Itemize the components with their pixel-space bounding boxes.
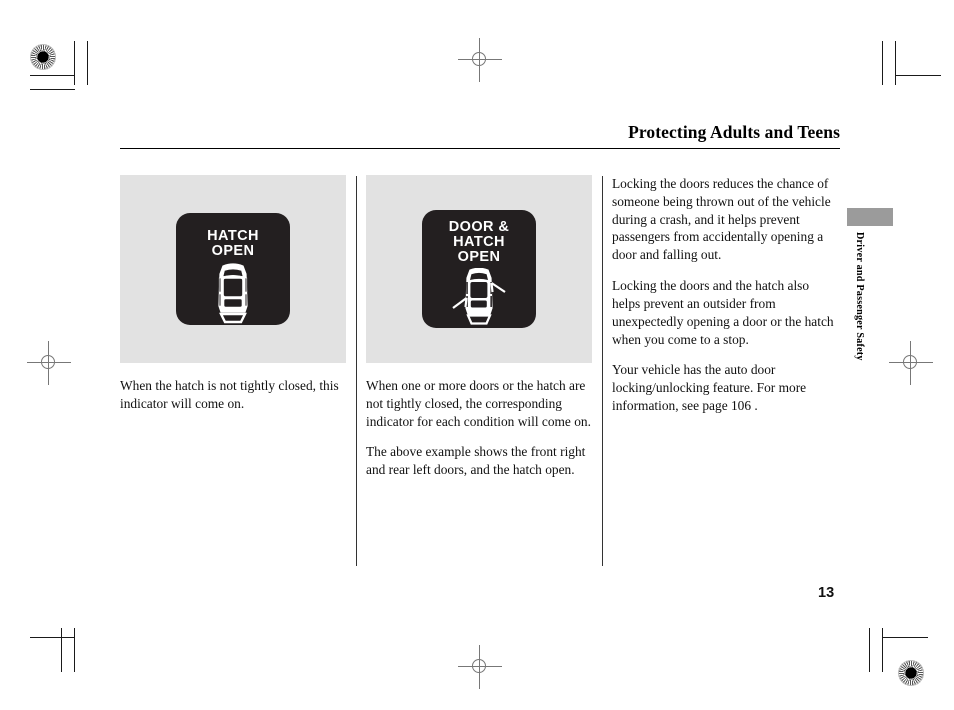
crop-mark-top-right-horizontal — [896, 75, 941, 76]
crop-mark-top-right-vertical — [882, 41, 883, 85]
figure-hatch-open: HATCH OPEN — [120, 175, 346, 363]
page-title: Protecting Adults and Teens — [628, 122, 840, 142]
crop-mark-top-left-horizontal-outer — [30, 89, 75, 90]
hatch-open-indicator-display: HATCH OPEN — [176, 213, 290, 325]
section-thumb-tab: Driver and Passenger Safety — [847, 208, 893, 388]
crop-mark-top-left-vertical-outer — [87, 41, 88, 85]
crop-mark-bottom-left-vertical-outer — [61, 628, 62, 672]
crop-mark-top-left-vertical — [74, 41, 75, 85]
crop-mark-bottom-right-vertical-outer — [869, 628, 870, 672]
crop-mark-top-right-vertical-outer — [895, 41, 896, 85]
thumb-tab-marker — [847, 208, 893, 226]
registration-crosshair-bottom-center — [458, 645, 502, 689]
registration-crosshair-left-center — [27, 341, 71, 385]
car-top-view-hatch-open-icon — [207, 262, 259, 329]
car-top-view-doors-and-hatch-open-icon — [445, 267, 513, 331]
registration-crosshair-top-center — [458, 38, 502, 82]
column-3: Locking the doors reduces the chance of … — [612, 175, 840, 428]
column-2: DOOR & HATCH OPEN When one or more doors… — [366, 175, 592, 492]
registration-rosette-top-left — [30, 44, 56, 70]
header-rule — [120, 148, 840, 149]
column-2-paragraph-1: When one or more doors or the hatch are … — [366, 378, 591, 429]
column-divider-2 — [602, 176, 603, 566]
thumb-tab-label: Driver and Passenger Safety — [854, 232, 865, 361]
column-divider-1 — [356, 176, 357, 566]
figure-door-and-hatch-open: DOOR & HATCH OPEN — [366, 175, 592, 363]
door-hatch-open-indicator-display: DOOR & HATCH OPEN — [422, 210, 536, 328]
door-hatch-open-indicator-label: DOOR & HATCH OPEN — [448, 219, 510, 266]
column-1-paragraph: When the hatch is not tightly closed, th… — [120, 378, 339, 411]
crop-mark-bottom-left-vertical — [74, 628, 75, 672]
page-number: 13 — [818, 585, 835, 601]
registration-crosshair-right-center — [889, 341, 933, 385]
manual-page: Protecting Adults and Teens HATCH OPEN W… — [0, 0, 954, 710]
crop-mark-bottom-right-vertical — [882, 628, 883, 672]
column-3-paragraph-2: Locking the doors and the hatch also hel… — [612, 278, 834, 347]
column-3-paragraph-1: Locking the doors reduces the chance of … — [612, 176, 831, 263]
crop-mark-top-left-horizontal — [30, 75, 75, 76]
crop-mark-bottom-right-horizontal — [883, 637, 928, 638]
column-2-paragraph-2: The above example shows the front right … — [366, 444, 586, 478]
hatch-open-indicator-label: HATCH OPEN — [207, 228, 259, 260]
crop-mark-bottom-left-horizontal — [30, 637, 75, 638]
registration-rosette-bottom-right — [898, 660, 924, 686]
column-3-paragraph-3: Your vehicle has the auto door locking/u… — [612, 362, 807, 414]
column-1: HATCH OPEN When the hatch is not tightly… — [120, 175, 346, 426]
page-header: Protecting Adults and Teens — [120, 122, 840, 149]
